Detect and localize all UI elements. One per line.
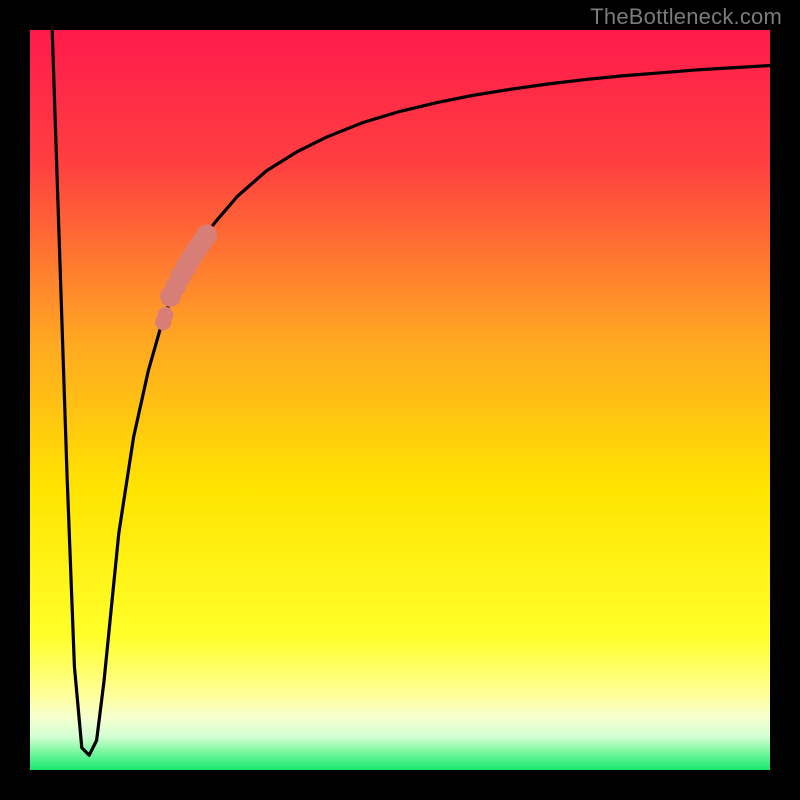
marker-dot [196,224,217,245]
watermark-text: TheBottleneck.com [590,4,782,30]
chart-frame: TheBottleneck.com [0,0,800,800]
chart-svg [0,0,800,800]
marker-dot [157,307,173,323]
